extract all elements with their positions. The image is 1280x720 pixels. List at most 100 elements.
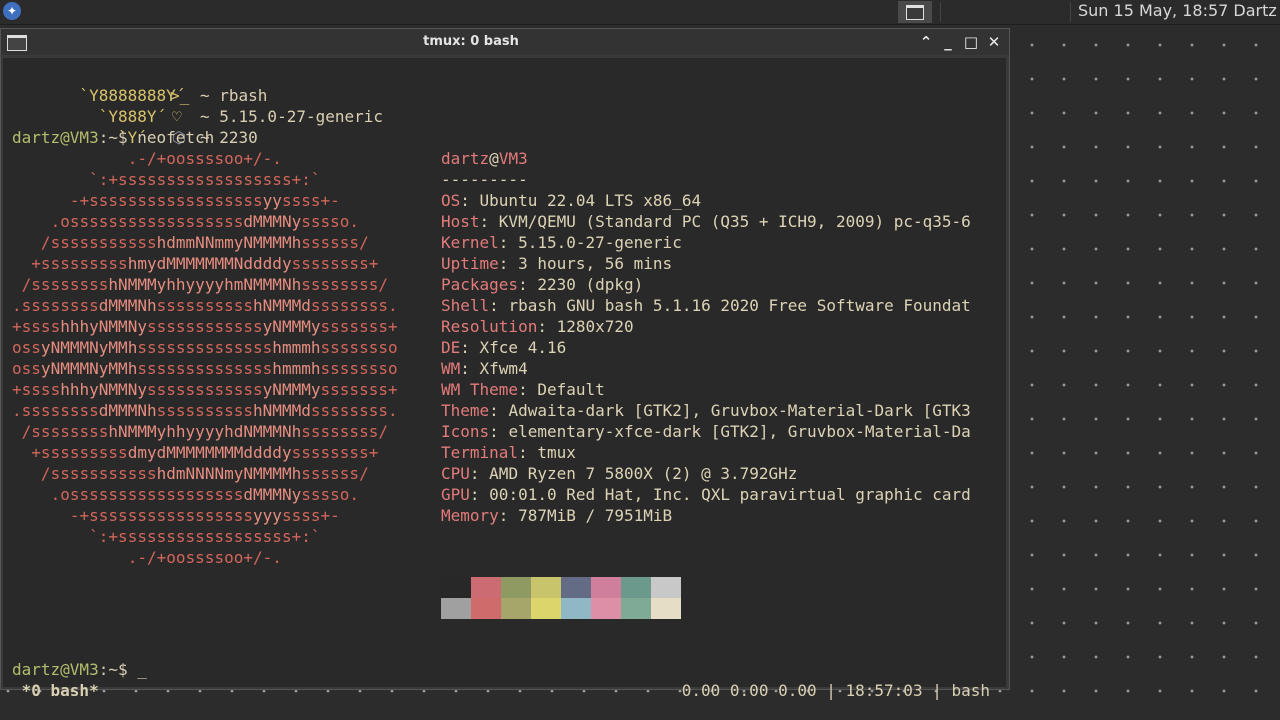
logo-line: `:+ssssssssssssssssss+:` bbox=[89, 170, 321, 189]
info-colon: : bbox=[498, 254, 519, 273]
info-row: GPU: 00:01.0 Red Hat, Inc. QXL paravirtu… bbox=[441, 484, 971, 505]
prompt-user: dartz@VM3 bbox=[12, 660, 99, 679]
prompt-user: dartz@VM3 bbox=[12, 128, 99, 147]
info-user: dartz bbox=[441, 149, 490, 168]
info-value: AMD Ryzen 7 5800X (2) @ 3.792GHz bbox=[489, 464, 798, 483]
info-value: rbash GNU bash 5.1.16 2020 Free Software… bbox=[508, 296, 971, 315]
xfce-menu-icon[interactable]: ✦ bbox=[3, 2, 21, 20]
info-value: 2230 (dpkg) bbox=[537, 275, 644, 294]
info-value: Adwaita-dark [GTK2], Gruvbox-Material-Da… bbox=[508, 401, 971, 420]
color-palette-top bbox=[441, 577, 681, 598]
info-key: CPU bbox=[441, 464, 470, 483]
logo-line: ossyNMMMNyMMhsssssssssssssshmmmhssssssso bbox=[12, 338, 398, 357]
info-key: Host bbox=[441, 212, 480, 231]
prompt-path: :~$ bbox=[98, 128, 128, 147]
info-row: Shell: rbash GNU bash 5.1.16 2020 Free S… bbox=[441, 295, 971, 316]
info-row: WM Theme: Default bbox=[441, 379, 605, 400]
info-key: WM bbox=[441, 359, 461, 378]
color-swatch bbox=[471, 598, 501, 619]
color-swatch bbox=[621, 598, 651, 619]
info-value: 787MiB / 7951MiB bbox=[518, 506, 673, 525]
info-row: WM: Xfwm4 bbox=[441, 358, 528, 379]
prompt-line-active[interactable]: dartz@VM3:~$ _ bbox=[12, 659, 147, 680]
user-name: Dartz bbox=[1233, 1, 1277, 20]
logo-line: /sssssssshNMMMyhhyyyyhdNMMMNhssssssss/ bbox=[21, 422, 388, 441]
info-value: 5.15.0-27-generic bbox=[518, 233, 682, 252]
info-key: Uptime bbox=[441, 254, 499, 273]
tmux-window-tab[interactable]: *0 bash* bbox=[12, 680, 99, 701]
panel-clock[interactable]: Sun 15 May, 18:57 Dartz bbox=[1078, 1, 1277, 20]
info-key: Packages bbox=[441, 275, 519, 294]
header-line: `Y´ ⬡ ~ 2230 bbox=[12, 106, 258, 147]
info-key: GPU bbox=[441, 485, 470, 504]
info-key: Theme bbox=[441, 401, 490, 420]
info-colon: : bbox=[489, 296, 509, 315]
logo-line: ossyNMMMNyMMhsssssssssssssshmmmhssssssso bbox=[12, 359, 398, 378]
panel-separator bbox=[940, 2, 941, 22]
info-colon: : bbox=[518, 380, 538, 399]
logo-line: +ssssssssshmydMMMMMMMNddddyssssssss+ bbox=[31, 254, 379, 273]
info-value: Xfce 4.16 bbox=[479, 338, 567, 357]
color-swatch bbox=[621, 577, 651, 598]
maximize-icon[interactable]: □ bbox=[960, 31, 982, 53]
info-key: Kernel bbox=[441, 233, 499, 252]
color-swatch bbox=[591, 577, 621, 598]
info-colon: : bbox=[469, 485, 490, 504]
logo-line: .-/+oossssoo+/-. bbox=[127, 548, 282, 567]
minimize-icon[interactable]: _ bbox=[937, 31, 959, 53]
info-key: Shell bbox=[441, 296, 490, 315]
close-icon[interactable]: ✕ bbox=[983, 31, 1005, 53]
taskbar-window-button[interactable] bbox=[898, 1, 932, 23]
info-colon: : bbox=[469, 464, 490, 483]
info-row: DE: Xfce 4.16 bbox=[441, 337, 566, 358]
header-line: `Y888Y´ ♡ ~ 5.15.0-27-generic bbox=[12, 85, 383, 126]
info-separator: --------- bbox=[441, 170, 528, 189]
heart-icon: ♡ bbox=[172, 107, 182, 126]
window-titlebar[interactable]: tmux: 0 bash ⌃ _ □ ✕ bbox=[1, 29, 1009, 55]
info-value: Default bbox=[537, 380, 605, 399]
info-row: Kernel: 5.15.0-27-generic bbox=[441, 232, 682, 253]
info-row: Memory: 787MiB / 7951MiB bbox=[441, 505, 672, 526]
header-text: ~ rbash bbox=[200, 86, 268, 105]
logo-line: /sssssssshNMMMyhhyyyyhmNMMMNhssssssss/ bbox=[21, 275, 388, 294]
color-palette-bottom bbox=[441, 598, 681, 619]
info-colon: : bbox=[489, 401, 509, 420]
logo-line: /ssssssssssshdmNNNNmyNMMMMhssssss/ bbox=[40, 464, 369, 483]
info-value: 00:01.0 Red Hat, Inc. QXL paravirtual gr… bbox=[489, 485, 971, 504]
info-key: Resolution bbox=[441, 317, 538, 336]
terminal-prompt-icon: >_ bbox=[170, 86, 190, 105]
info-value: 1280x720 bbox=[556, 317, 634, 336]
logo-line: +sssshhhyNMMNyssssssssssssyNMMMysssssss+ bbox=[12, 380, 398, 399]
color-swatch bbox=[471, 577, 501, 598]
color-swatch bbox=[531, 577, 561, 598]
info-title: dartz@VM3 bbox=[441, 148, 528, 169]
window-icon bbox=[906, 4, 924, 20]
shade-up-icon[interactable]: ⌃ bbox=[915, 31, 937, 53]
info-row: OS: Ubuntu 22.04 LTS x86_64 bbox=[441, 190, 701, 211]
top-panel: ✦ Sun 15 May, 18:57 Dartz bbox=[0, 0, 1280, 25]
header-line: `Y8888888Y´ >_ ~ rbash bbox=[12, 64, 267, 105]
terminal-window[interactable]: tmux: 0 bash ⌃ _ □ ✕ `Y8888888Y´ >_ ~ rbas… bbox=[0, 28, 1010, 700]
info-colon: : bbox=[489, 422, 509, 441]
tmux-status-right: 0.00 0.00 0.00 | 18:57:03 | bash bbox=[681, 681, 990, 700]
info-at: @ bbox=[489, 149, 499, 168]
color-swatch bbox=[531, 598, 561, 619]
info-value: elementary-xfce-dark [GTK2], Gruvbox-Mat… bbox=[508, 422, 971, 441]
info-colon: : bbox=[537, 317, 557, 336]
info-value: 3 hours, 56 mins bbox=[518, 254, 673, 273]
color-swatch bbox=[501, 577, 531, 598]
color-swatch bbox=[651, 577, 681, 598]
logo-line: .ossssssssssssssssssdMMMNysssso. bbox=[50, 485, 360, 504]
color-swatch bbox=[561, 577, 591, 598]
logo-line: -+sssssssssssssssssyyyssss+- bbox=[69, 506, 340, 525]
prompt-line: dartz@VM3:~$ neofetch bbox=[12, 127, 214, 148]
terminal-content[interactable]: `Y8888888Y´ >_ ~ rbash `Y888Y´ ♡ ~ 5.15.0-27… bbox=[3, 58, 1006, 700]
info-value: Xfwm4 bbox=[479, 359, 528, 378]
color-swatch bbox=[651, 598, 681, 619]
info-key: Memory bbox=[441, 506, 499, 525]
info-colon: : bbox=[479, 212, 499, 231]
info-colon: : bbox=[460, 359, 480, 378]
logo-line: /ssssssssssshdmmNNmmyNMMMMhssssss/ bbox=[40, 233, 369, 252]
info-key: WM Theme bbox=[441, 380, 519, 399]
info-row: Resolution: 1280x720 bbox=[441, 316, 634, 337]
